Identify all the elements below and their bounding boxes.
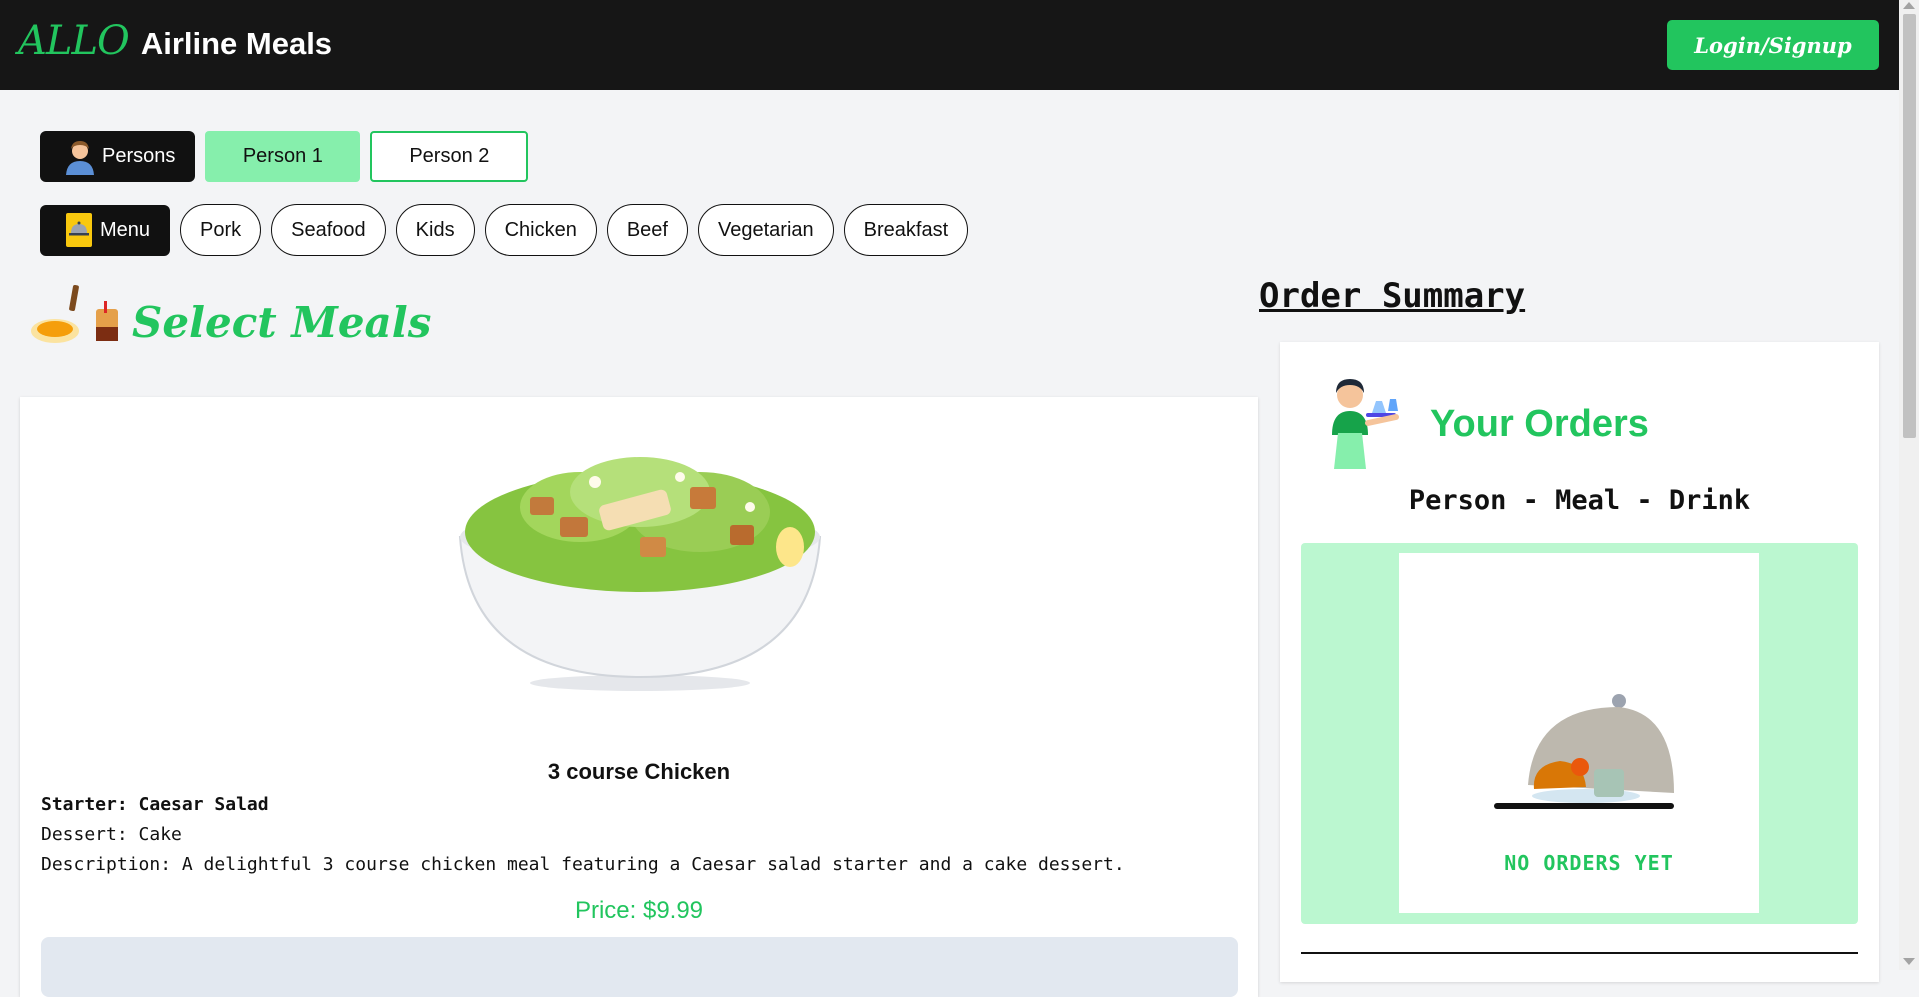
cloche-icon	[1494, 693, 1684, 847]
category-vegetarian[interactable]: Vegetarian	[698, 204, 834, 256]
meal-tray-icon	[28, 283, 126, 351]
persons-label-chip: Persons	[40, 131, 196, 182]
meal-description: Description: A delightful 3 course chick…	[41, 854, 1125, 875]
scroll-up-arrow-icon[interactable]	[1903, 2, 1915, 9]
meal-dessert: Dessert: Cake	[41, 824, 182, 845]
persons-row: Persons Person 1 Person 2	[40, 131, 529, 182]
category-kids[interactable]: Kids	[395, 204, 475, 256]
login-signup-button[interactable]: Login/Signup	[1667, 20, 1879, 70]
tab-person-1[interactable]: Person 1	[205, 131, 361, 182]
orders-column-header: Person - Meal - Drink	[1408, 485, 1751, 516]
meal-price: Price: $9.99	[574, 897, 704, 924]
category-pork[interactable]: Pork	[180, 204, 262, 256]
page-scrollbar[interactable]	[1899, 0, 1919, 970]
top-navbar: ALLO Airline Meals Login/Signup	[0, 0, 1899, 90]
orders-list-panel: NO ORDERS YET	[1301, 543, 1858, 924]
menu-card-icon	[64, 211, 94, 249]
category-breakfast[interactable]: Breakfast	[843, 204, 969, 256]
category-beef[interactable]: Beef	[606, 204, 688, 256]
orders-card: Your Orders Person - Meal - Drink NO ORD…	[1280, 342, 1879, 982]
meal-card[interactable]: 3 course Chicken Starter: Caesar Salad D…	[20, 397, 1258, 997]
scroll-down-arrow-icon[interactable]	[1903, 958, 1915, 965]
meal-name: 3 course Chicken	[547, 759, 731, 784]
empty-orders-illustration: NO ORDERS YET	[1399, 553, 1759, 913]
person-avatar-icon	[64, 139, 96, 175]
your-orders-title: Your Orders	[1430, 402, 1649, 445]
category-seafood[interactable]: Seafood	[271, 204, 386, 256]
orders-divider	[1301, 952, 1858, 954]
drink-selection-panel[interactable]	[41, 937, 1238, 997]
caesar-salad-image	[440, 437, 840, 701]
menu-label-chip: Menu	[40, 204, 171, 256]
select-meals-heading: Select Meals	[28, 283, 431, 351]
brand-logo[interactable]: ALLO Airline Meals	[18, 18, 332, 64]
meal-starter: Starter: Caesar Salad	[41, 794, 269, 815]
order-summary-title: Order Summary	[1259, 276, 1526, 316]
brand-prefix: ALLO	[18, 18, 130, 64]
select-meals-title: Select Meals	[132, 297, 432, 347]
your-orders-header: Your Orders	[1324, 375, 1649, 473]
menu-row: Menu Pork Seafood Kids Chicken Beef Vege…	[40, 204, 969, 256]
menu-label: Menu	[100, 218, 151, 241]
scrollbar-thumb[interactable]	[1903, 14, 1916, 438]
waitress-icon	[1324, 375, 1408, 473]
no-orders-text: NO ORDERS YET	[1504, 851, 1674, 875]
category-chicken[interactable]: Chicken	[484, 204, 597, 256]
tab-person-2[interactable]: Person 2	[370, 131, 529, 182]
persons-label: Persons	[102, 145, 176, 167]
brand-name: Airline Meals	[140, 26, 333, 61]
